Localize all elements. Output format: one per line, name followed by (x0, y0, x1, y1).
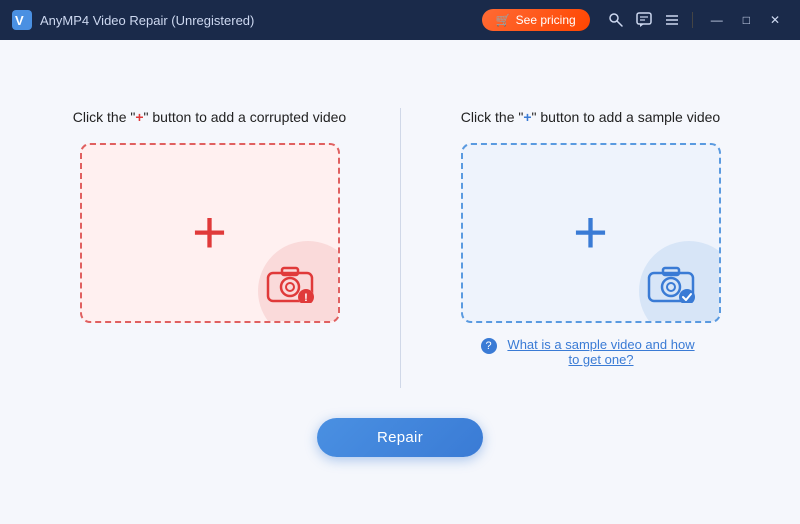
svg-text:!: ! (304, 292, 308, 303)
sample-video-dropzone[interactable]: + (461, 143, 721, 323)
app-title: AnyMP4 Video Repair (Unregistered) (40, 13, 482, 28)
sample-plus-symbol: + (523, 109, 531, 125)
key-icon-button[interactable] (602, 10, 630, 30)
sample-add-icon: + (573, 203, 608, 263)
corrupted-video-dropzone[interactable]: + ! (80, 143, 340, 323)
repair-button[interactable]: Repair (317, 418, 483, 457)
app-logo: V (12, 10, 32, 30)
window-controls: — □ ✕ (686, 11, 788, 29)
see-pricing-button[interactable]: 🛒 See pricing (482, 9, 590, 31)
sample-video-panel: Click the "+" button to add a sample vid… (431, 108, 751, 368)
help-link-text: What is a sample video and how to get on… (502, 337, 701, 367)
corrupted-add-icon: + (192, 203, 227, 263)
corrupted-panel-label: Click the "+" button to add a corrupted … (73, 108, 346, 128)
pricing-label: See pricing (516, 13, 576, 27)
menu-icon-button[interactable] (658, 10, 686, 30)
panel-divider (400, 108, 401, 388)
title-bar: V AnyMP4 Video Repair (Unregistered) 🛒 S… (0, 0, 800, 40)
minimize-button[interactable]: — (703, 11, 731, 29)
sample-panel-label: Click the "+" button to add a sample vid… (461, 108, 720, 128)
main-content: Click the "+" button to add a corrupted … (0, 40, 800, 524)
corrupted-plus-symbol: + (135, 109, 143, 125)
panels-row: Click the "+" button to add a corrupted … (40, 108, 760, 388)
close-button[interactable]: ✕ (762, 11, 788, 29)
chat-icon-button[interactable] (630, 10, 658, 30)
corrupted-camera-icon: ! (264, 261, 316, 303)
maximize-button[interactable]: □ (735, 11, 758, 29)
sample-video-help-link[interactable]: ? What is a sample video and how to get … (481, 337, 701, 367)
corrupted-video-panel: Click the "+" button to add a corrupted … (50, 108, 370, 324)
cart-icon: 🛒 (496, 13, 511, 27)
sample-camera-icon (645, 261, 697, 303)
svg-text:V: V (15, 13, 24, 28)
help-circle-icon: ? (481, 338, 497, 354)
